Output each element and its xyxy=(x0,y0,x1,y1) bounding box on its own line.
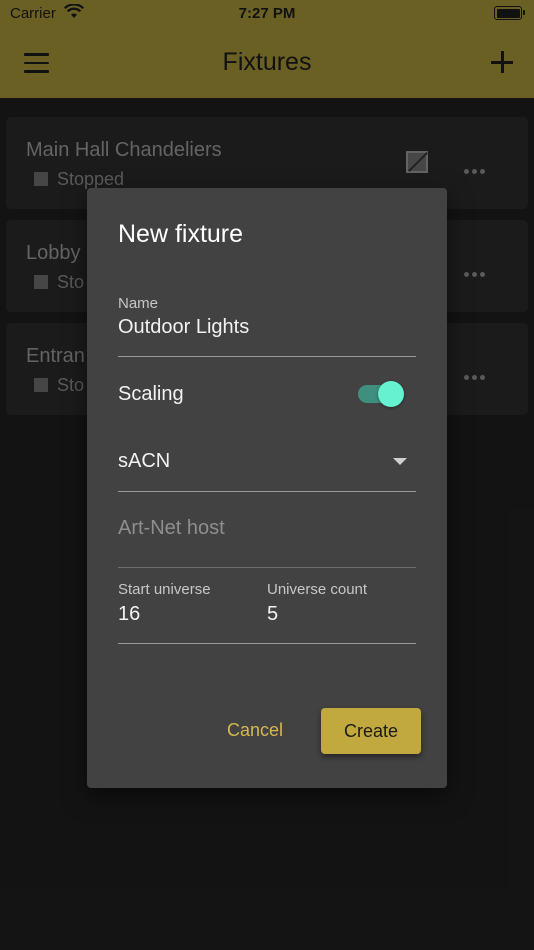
app-bar: Fixtures xyxy=(0,28,534,98)
start-universe-input[interactable]: 16 xyxy=(118,603,211,626)
plus-icon[interactable] xyxy=(490,50,514,74)
art-net-host-placeholder[interactable]: Art-Net host xyxy=(118,517,225,540)
top-bar: Carrier 7:27 PM Fixtures xyxy=(0,0,534,98)
scaling-row: Scaling xyxy=(118,381,416,411)
name-label: Name xyxy=(118,295,159,312)
universe-row: Start universe 16 Universe count 5 xyxy=(118,581,416,645)
battery-icon xyxy=(494,6,525,20)
toggle-thumb[interactable] xyxy=(378,381,404,407)
clock: 7:27 PM xyxy=(238,5,296,22)
page-title: Fixtures xyxy=(222,48,312,76)
scaling-toggle[interactable] xyxy=(358,381,404,407)
new-fixture-dialog: New fixture Name Outdoor Lights Scaling … xyxy=(87,188,447,788)
status-bar: Carrier 7:27 PM xyxy=(0,0,534,28)
start-universe-label: Start universe xyxy=(118,581,211,598)
universe-count-label: Universe count xyxy=(267,581,368,598)
dialog-title: New fixture xyxy=(118,220,244,248)
cancel-button[interactable]: Cancel xyxy=(227,720,283,741)
art-net-host-field[interactable]: Art-Net host xyxy=(118,506,416,568)
dropdown-caret-icon[interactable] xyxy=(393,458,407,465)
universe-underline xyxy=(118,643,416,644)
create-button[interactable]: Create xyxy=(321,708,421,754)
start-universe-field[interactable]: Start universe 16 xyxy=(118,581,211,626)
host-underline xyxy=(118,567,416,568)
name-input[interactable]: Outdoor Lights xyxy=(118,316,416,339)
protocol-select[interactable]: sACN xyxy=(118,438,416,492)
protocol-value: sACN xyxy=(118,450,171,472)
dialog-actions: Cancel Create xyxy=(87,708,447,756)
scaling-label: Scaling xyxy=(118,383,184,405)
name-underline xyxy=(118,356,416,357)
universe-count-field[interactable]: Universe count 5 xyxy=(267,581,367,626)
name-field[interactable]: Name Outdoor Lights xyxy=(118,295,416,357)
protocol-underline xyxy=(118,491,416,492)
universe-count-input[interactable]: 5 xyxy=(267,603,367,626)
